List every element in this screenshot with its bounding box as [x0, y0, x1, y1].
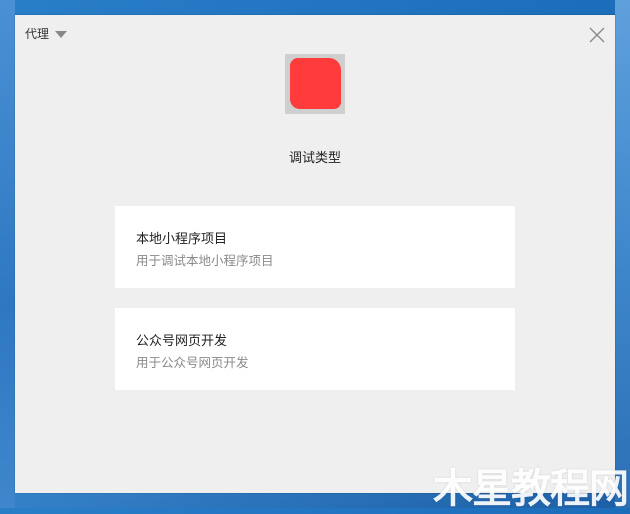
option-card-official-account-web[interactable]: 公众号网页开发 用于公众号网页开发 [115, 308, 515, 390]
option-description: 用于公众号网页开发 [136, 355, 249, 370]
watermark-text: 木星教程网 [433, 466, 629, 512]
desktop-background-right [615, 0, 630, 508]
debug-type-dialog: 代理 调试类型 本地小程序项目 用于调试本地小程序项目 公众号网页开发 用于公众… [15, 15, 615, 493]
close-icon [589, 27, 605, 43]
option-card-local-miniprogram[interactable]: 本地小程序项目 用于调试本地小程序项目 [115, 206, 515, 288]
option-title: 公众号网页开发 [136, 334, 228, 349]
avatar [285, 54, 345, 114]
page-title: 调试类型 [288, 151, 341, 166]
close-button[interactable] [589, 27, 605, 43]
option-description: 用于调试本地小程序项目 [136, 253, 274, 268]
avatar-image [290, 58, 341, 109]
option-title: 本地小程序项目 [136, 232, 228, 247]
proxy-dropdown[interactable]: 代理 [25, 25, 68, 42]
desktop-background-left [0, 0, 15, 508]
triangle-down-icon [55, 30, 68, 38]
proxy-label: 代理 [25, 27, 50, 41]
